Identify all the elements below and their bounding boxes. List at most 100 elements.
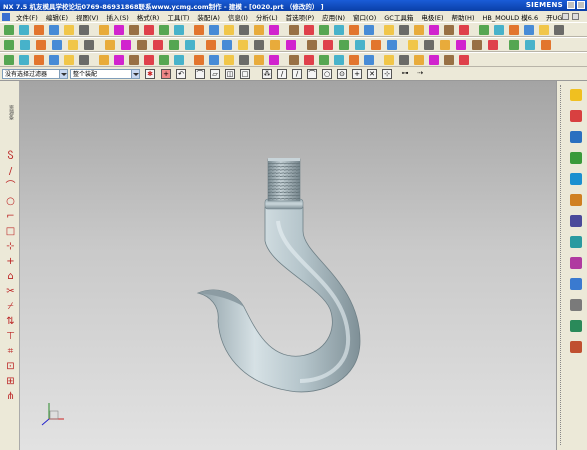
menu-item[interactable]: 编辑(E) [42, 12, 72, 22]
feature-icon[interactable] [459, 25, 469, 35]
copy-icon[interactable] [224, 25, 234, 35]
undo-select-icon[interactable]: ↶ [176, 69, 186, 79]
manufacturing-wizard-icon[interactable] [570, 257, 582, 269]
document-icon[interactable] [479, 25, 489, 35]
polygon-icon[interactable]: ⌂ [5, 271, 16, 282]
undo-icon[interactable] [99, 25, 109, 35]
body-select-icon[interactable]: ◫ [225, 69, 235, 79]
feature-icon[interactable] [323, 40, 333, 50]
feature-icon[interactable] [488, 40, 498, 50]
snap-point-icon[interactable]: ⁂ [262, 69, 272, 79]
menu-item[interactable]: 应用(N) [318, 12, 349, 22]
document-icon[interactable] [159, 25, 169, 35]
save-icon[interactable] [34, 25, 44, 35]
undo-icon[interactable] [99, 55, 109, 65]
undo-icon[interactable] [254, 55, 264, 65]
cut-icon[interactable] [222, 40, 232, 50]
menu-item[interactable]: 装配(A) [193, 12, 224, 22]
render-icon[interactable] [472, 40, 482, 50]
circle-icon[interactable]: ○ [5, 196, 16, 207]
intersection-point-icon[interactable]: ✕ [367, 69, 377, 79]
paste-icon[interactable] [554, 25, 564, 35]
pattern-icon[interactable]: ⌗ [5, 346, 16, 357]
document-icon[interactable] [319, 55, 329, 65]
trim-icon[interactable]: ✂ [5, 286, 16, 297]
paste-icon[interactable] [79, 25, 89, 35]
folder-icon[interactable] [20, 40, 30, 50]
render-icon[interactable] [129, 25, 139, 35]
mirror-icon[interactable]: ⇅ [5, 316, 16, 327]
view-icon[interactable]: ⊶ [400, 69, 410, 79]
save-icon[interactable] [371, 40, 381, 50]
render-icon[interactable] [129, 55, 139, 65]
menu-item[interactable]: 电极(E) [417, 12, 447, 22]
menu-item[interactable]: 信息(I) [224, 12, 252, 22]
web-browser-icon[interactable] [570, 173, 582, 185]
copy-icon[interactable] [384, 25, 394, 35]
folder-icon[interactable] [494, 25, 504, 35]
document-icon[interactable] [4, 55, 14, 65]
redo-icon[interactable] [429, 55, 439, 65]
document-icon[interactable] [509, 40, 519, 50]
redo-icon[interactable] [114, 55, 124, 65]
curve-rule-icon[interactable]: + [161, 69, 171, 79]
rectangle-icon[interactable]: □ [5, 226, 16, 237]
existing-point-icon[interactable]: + [352, 69, 362, 79]
save-icon[interactable] [194, 25, 204, 35]
selection-scope-dropdown[interactable]: 整个装配 [70, 69, 140, 79]
cut-icon[interactable] [52, 40, 62, 50]
undo-icon[interactable] [254, 25, 264, 35]
arc-icon[interactable]: ⌒ [5, 181, 16, 192]
menu-item[interactable]: HB_MOULD 模6.6 [478, 12, 542, 22]
cut-icon[interactable] [209, 55, 219, 65]
part-navigator-icon[interactable] [570, 131, 582, 143]
curve-point-icon[interactable]: ⌒ [307, 69, 317, 79]
close-doc-button[interactable] [572, 13, 579, 20]
save-icon[interactable] [349, 55, 359, 65]
constraint-navigator-icon[interactable] [570, 110, 582, 122]
menu-item[interactable]: GC工具箱 [380, 12, 417, 22]
undo-icon[interactable] [440, 40, 450, 50]
save-icon[interactable] [36, 40, 46, 50]
folder-icon[interactable] [525, 40, 535, 50]
cut-icon[interactable] [387, 40, 397, 50]
paste-icon[interactable] [399, 55, 409, 65]
feature-icon[interactable] [144, 25, 154, 35]
mid-point-icon[interactable]: ∕ [292, 69, 302, 79]
project-icon[interactable]: ⋔ [5, 391, 16, 402]
undo-icon[interactable] [414, 55, 424, 65]
copy-icon[interactable] [539, 25, 549, 35]
feature-icon[interactable] [153, 40, 163, 50]
minimize-window-button[interactable] [567, 1, 575, 9]
undo-icon[interactable] [414, 25, 424, 35]
document-icon[interactable] [4, 40, 14, 50]
close-window-button[interactable] [577, 1, 585, 9]
redo-icon[interactable] [121, 40, 131, 50]
folder-icon[interactable] [19, 55, 29, 65]
save-icon[interactable] [34, 55, 44, 65]
face-select-icon[interactable]: ▱ [210, 69, 220, 79]
point-icon[interactable]: + [5, 256, 16, 267]
feature-icon[interactable] [304, 25, 314, 35]
dimension-icon[interactable]: ⊞ [5, 376, 16, 387]
paste-icon[interactable] [424, 40, 434, 50]
help-icon[interactable] [570, 341, 582, 353]
document-icon[interactable] [159, 55, 169, 65]
paste-icon[interactable] [254, 40, 264, 50]
copy-icon[interactable] [68, 40, 78, 50]
arc-center-icon[interactable]: ⊙ [337, 69, 347, 79]
save-icon[interactable] [541, 40, 551, 50]
profile-icon[interactable]: Ⴝ [5, 151, 16, 162]
save-icon[interactable] [194, 55, 204, 65]
document-icon[interactable] [4, 25, 14, 35]
assembly-navigator-icon[interactable] [570, 89, 582, 101]
document-icon[interactable] [169, 40, 179, 50]
paste-icon[interactable] [239, 55, 249, 65]
spline-icon[interactable]: ⊹ [5, 241, 16, 252]
folder-icon[interactable] [355, 40, 365, 50]
menu-item[interactable]: 格式(R) [133, 12, 164, 22]
save-icon[interactable] [349, 25, 359, 35]
restore-doc-button[interactable] [562, 13, 569, 20]
reuse-library-icon[interactable] [570, 152, 582, 164]
menu-item[interactable]: 视图(V) [72, 12, 103, 22]
